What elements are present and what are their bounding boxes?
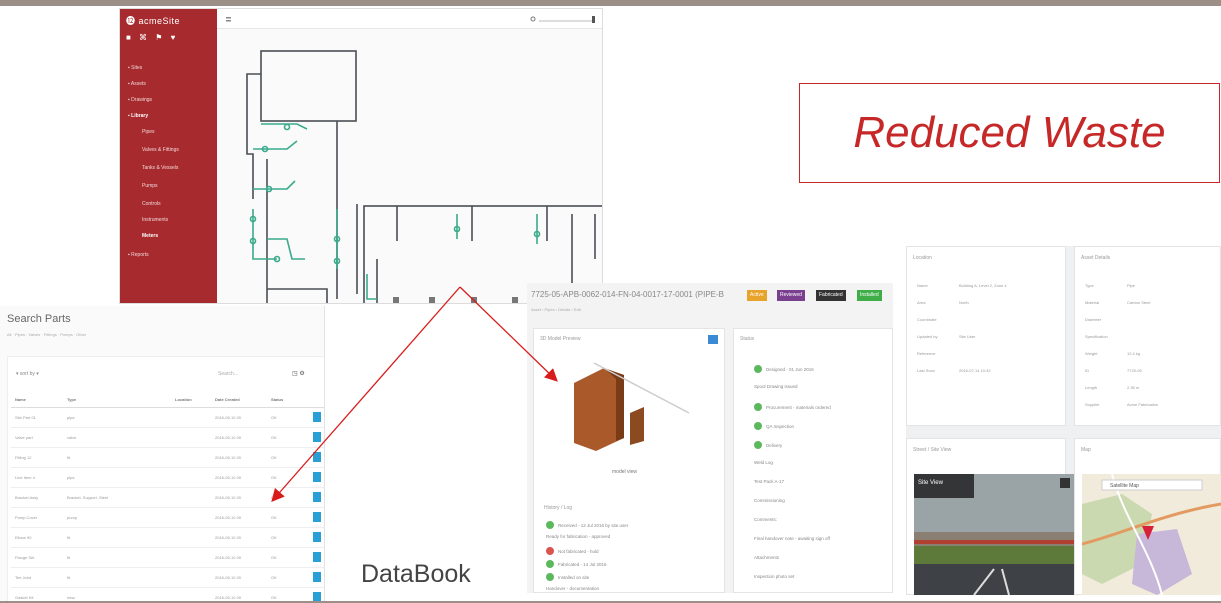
slide-canvas: ⓬ acmeSite ■ ⌘ ⚑ ♥ ▪ Sites ▪ Assets ▪ Dr… bbox=[0, 0, 1221, 603]
arrow-to-detail bbox=[459, 286, 558, 382]
connector-arrows bbox=[271, 286, 558, 502]
arrow-to-list bbox=[271, 286, 461, 502]
